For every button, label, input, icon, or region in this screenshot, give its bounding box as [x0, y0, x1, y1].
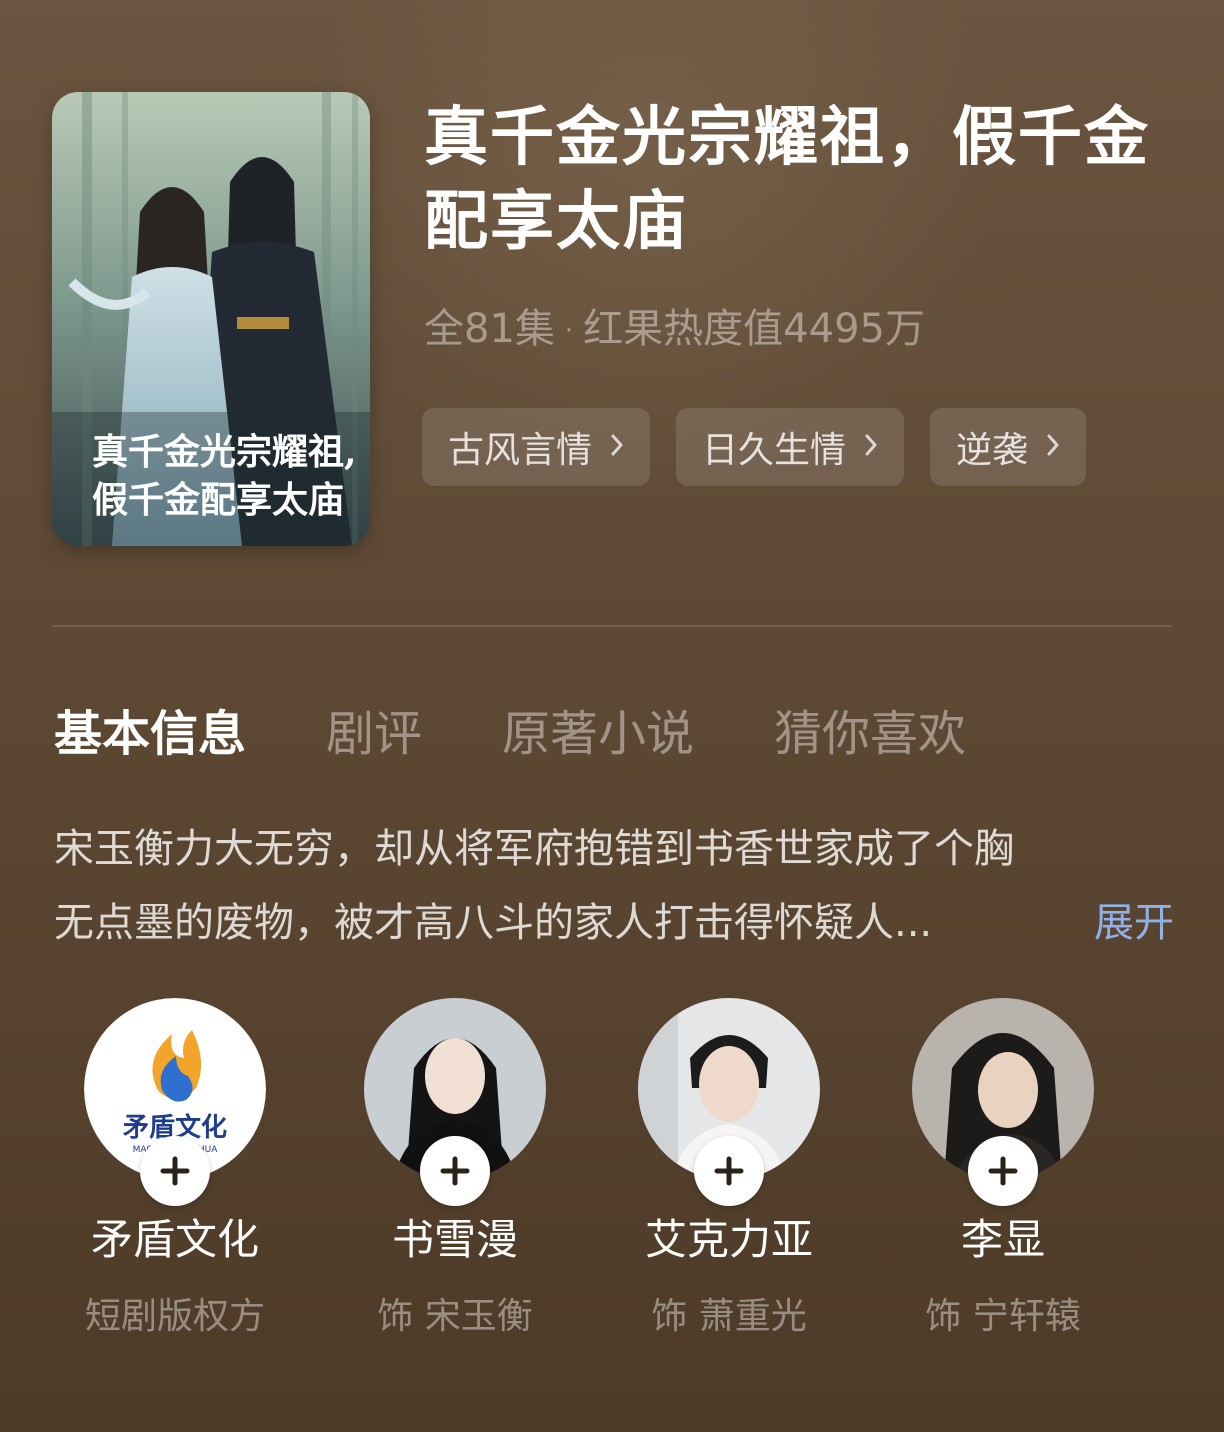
synopsis-line2: 无点墨的废物，被才高八斗的家人打击得怀疑人... — [54, 900, 933, 946]
expand-link[interactable]: 展开 — [1094, 886, 1174, 960]
follow-plus-button[interactable] — [140, 1136, 210, 1206]
episode-count: 全81集 — [424, 306, 555, 352]
drama-title-line2: 配享太庙 — [424, 185, 688, 259]
tag-label: 古风言情 — [448, 430, 593, 471]
avatar[interactable] — [638, 998, 820, 1206]
cast-item-aikeliya[interactable]: 艾克力亚 饰 萧重光 — [606, 998, 852, 1339]
drama-title-line1: 真千金光宗耀祖，假千金 — [424, 101, 1150, 175]
synopsis: 宋玉衡力大无穷，却从将军府抱错到书香世家成了个胸 无点墨的废物，被才高八斗的家人… — [54, 812, 1174, 960]
avatar[interactable] — [364, 998, 546, 1206]
tag-gufeng-yanqing[interactable]: 古风言情 — [422, 408, 651, 486]
drama-meta: 全81集 · 红果热度值4495万 — [424, 296, 925, 354]
poster-title-line1: 真千金光宗耀祖, — [92, 431, 357, 473]
person-name[interactable]: 书雪漫 — [332, 1206, 578, 1267]
cast-item-li-xian[interactable]: 李显 饰 宁轩辕 — [880, 998, 1126, 1339]
person-role: 短剧版权方 — [84, 1296, 265, 1337]
plus-icon — [714, 1156, 744, 1186]
cast-list: 矛盾文化 MAODUN WENHUA 矛盾文化 短剧版权方 — [52, 998, 1172, 1398]
section-divider — [52, 625, 1172, 627]
drama-poster[interactable]: 真千金光宗耀祖, 假千金配享太庙 — [52, 92, 370, 546]
cast-item-maodun[interactable]: 矛盾文化 MAODUN WENHUA 矛盾文化 短剧版权方 — [52, 998, 298, 1339]
tag-rijiu-shengqing[interactable]: 日久生情 — [676, 408, 905, 486]
chevron-right-icon — [864, 430, 878, 465]
follow-plus-button[interactable] — [694, 1136, 764, 1206]
plus-icon — [160, 1156, 190, 1186]
person-name[interactable]: 艾克力亚 — [606, 1206, 852, 1267]
plus-icon — [440, 1156, 470, 1186]
person-role: 饰 宁轩辕 — [925, 1296, 1081, 1337]
follow-plus-button[interactable] — [420, 1136, 490, 1206]
synopsis-line1: 宋玉衡力大无穷，却从将军府抱错到书香世家成了个胸 — [54, 826, 1014, 872]
follow-plus-button[interactable] — [968, 1136, 1038, 1206]
chevron-right-icon — [610, 430, 624, 465]
tag-nixi[interactable]: 逆袭 — [930, 408, 1087, 486]
tab-recommendations[interactable]: 猜你喜欢 — [774, 694, 966, 764]
person-name[interactable]: 李显 — [880, 1206, 1126, 1267]
cast-item-shu-xueman[interactable]: 书雪漫 饰 宋玉衡 — [332, 998, 578, 1339]
meta-separator: · — [564, 316, 574, 346]
genre-tags: 古风言情 日久生情 逆袭 — [422, 408, 1087, 486]
drama-title: 真千金光宗耀祖，假千金 配享太庙 — [424, 96, 1184, 264]
person-role: 饰 萧重光 — [651, 1296, 807, 1337]
detail-tabs: 基本信息 剧评 原著小说 猜你喜欢 — [54, 694, 1046, 764]
avatar[interactable]: 矛盾文化 MAODUN WENHUA — [84, 998, 266, 1206]
person-name[interactable]: 矛盾文化 — [52, 1206, 298, 1267]
tag-label: 逆袭 — [956, 430, 1029, 471]
plus-icon — [988, 1156, 1018, 1186]
tab-original-novel[interactable]: 原著小说 — [502, 694, 694, 764]
person-role: 饰 宋玉衡 — [377, 1296, 533, 1337]
heat-value: 红果热度值4495万 — [583, 306, 925, 352]
tab-reviews[interactable]: 剧评 — [326, 694, 422, 764]
tag-label: 日久生情 — [702, 430, 847, 471]
avatar[interactable] — [912, 998, 1094, 1206]
tab-basic-info[interactable]: 基本信息 — [54, 694, 246, 764]
chevron-right-icon — [1046, 430, 1060, 465]
poster-title-line2: 假千金配享太庙 — [92, 479, 344, 521]
